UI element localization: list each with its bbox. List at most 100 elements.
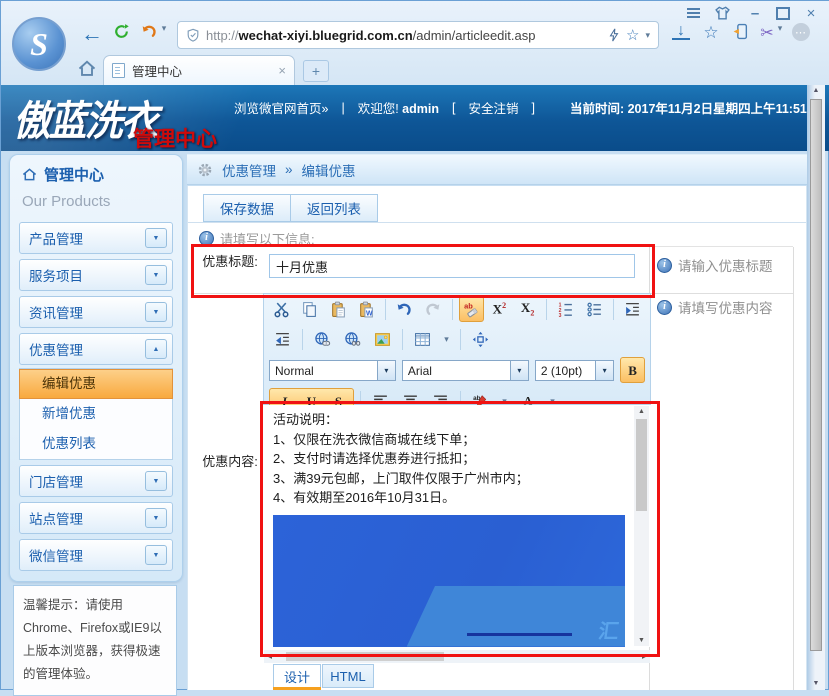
back-to-list-button[interactable]: 返回列表: [290, 194, 378, 222]
divider: [452, 299, 453, 320]
url-bar[interactable]: http://wechat-xiyi.bluegrid.com.cn/admin…: [177, 21, 659, 49]
close-button[interactable]: ×: [803, 5, 819, 21]
sidebar-header: 管理中心: [10, 155, 182, 188]
remove-link-button[interactable]: [339, 326, 366, 352]
undo-button[interactable]: [139, 23, 159, 40]
download-button[interactable]: ↓: [672, 23, 690, 40]
divider: [188, 222, 806, 223]
logout-link[interactable]: 安全注销: [468, 98, 518, 117]
ordered-list-button[interactable]: 123: [553, 296, 578, 322]
refresh-button[interactable]: [111, 23, 131, 40]
tab-admin-center[interactable]: 管理中心 ×: [103, 55, 295, 85]
outdent-button[interactable]: [269, 326, 296, 352]
screenshot-dropdown-caret[interactable]: ▾: [775, 23, 785, 34]
scroll-right-arrow[interactable]: ▸: [638, 652, 650, 661]
chevron-down-icon[interactable]: ▼: [145, 471, 167, 491]
skin-theme-icon[interactable]: [712, 5, 732, 21]
browser-menu-icon[interactable]: [684, 5, 702, 21]
editor-tab-html[interactable]: HTML: [322, 664, 374, 688]
bullet-list-icon: [586, 301, 603, 318]
undo-button[interactable]: [392, 296, 417, 322]
screenshot-button[interactable]: ✂: [758, 23, 776, 43]
page-vertical-scrollbar[interactable]: ▲ ▼: [807, 85, 825, 690]
paste-from-word-button[interactable]: W: [354, 296, 379, 322]
save-button[interactable]: 保存数据: [203, 194, 291, 222]
paste-button[interactable]: [326, 296, 351, 322]
chevron-up-icon[interactable]: ▲: [145, 339, 167, 359]
send-to-phone-button[interactable]: [730, 23, 750, 40]
scrollbar-thumb[interactable]: [286, 652, 444, 661]
fullscreen-button[interactable]: [467, 326, 494, 352]
editor-content-area[interactable]: 活动说明： 1、仅限在洗衣微信商城在线下单； 2、支付时请选择优惠券进行抵扣； …: [264, 405, 650, 647]
paragraph-select[interactable]: Normal▾: [269, 360, 396, 381]
scroll-up-arrow[interactable]: ▲: [638, 406, 645, 417]
superscript-button[interactable]: X2: [487, 296, 512, 322]
hamburger-icon: [687, 12, 700, 14]
maximize-icon: [776, 7, 790, 20]
scroll-down-arrow[interactable]: ▼: [638, 635, 645, 646]
submenu-new-promotion[interactable]: 新增优惠: [20, 399, 172, 429]
breadcrumb-page: 编辑优惠: [302, 160, 356, 180]
new-tab-button[interactable]: +: [303, 60, 329, 82]
scroll-left-arrow[interactable]: ◂: [264, 652, 276, 661]
chevron-down-icon[interactable]: ▼: [145, 265, 167, 285]
remove-format-button[interactable]: ab: [459, 296, 484, 322]
maximize-button[interactable]: [775, 5, 791, 21]
scroll-down-arrow[interactable]: ▼: [813, 678, 820, 690]
promo-title-input[interactable]: [269, 254, 635, 278]
chevron-down-icon[interactable]: ▼: [145, 228, 167, 248]
size-select[interactable]: 2 (10pt)▾: [535, 360, 614, 381]
view-site-link[interactable]: 浏览微官网首页»: [234, 98, 328, 117]
sidebar-item-promotions[interactable]: 优惠管理▲: [19, 333, 173, 365]
subscript-button[interactable]: X2: [515, 296, 540, 322]
browser-logo[interactable]: S: [12, 17, 66, 71]
editor-tab-design[interactable]: 设计: [273, 664, 321, 688]
scrollbar-thumb[interactable]: [636, 419, 647, 511]
divider: [460, 329, 461, 350]
insert-table-button[interactable]: [409, 326, 436, 352]
promo-banner-image: 汇: [273, 515, 625, 647]
undo-dropdown-caret[interactable]: ▾: [159, 23, 169, 34]
urlbar-dropdown-caret[interactable]: ▾: [645, 30, 650, 41]
sidebar-item-services[interactable]: 服务项目▼: [19, 259, 173, 291]
bold-button[interactable]: B: [620, 357, 645, 383]
bookmark-star-icon[interactable]: ☆: [626, 26, 639, 44]
editor-horizontal-scrollbar[interactable]: ◂ ▸: [264, 650, 650, 663]
scroll-up-arrow[interactable]: ▲: [813, 85, 820, 97]
chevron-down-icon[interactable]: ▼: [145, 508, 167, 528]
svg-text:3: 3: [559, 313, 562, 318]
sidebar-item-products[interactable]: 产品管理▼: [19, 222, 173, 254]
back-button[interactable]: ←: [81, 23, 103, 45]
chevron-down-icon: ▾: [510, 361, 528, 380]
redo-button[interactable]: [420, 296, 445, 322]
submenu-promotion-list[interactable]: 优惠列表: [20, 429, 172, 459]
sidebar-item-stores[interactable]: 门店管理▼: [19, 465, 173, 497]
breadcrumb-section[interactable]: 优惠管理: [222, 160, 276, 180]
lightning-icon[interactable]: [608, 28, 620, 42]
indent-button[interactable]: [620, 296, 645, 322]
minimize-button[interactable]: –: [747, 5, 763, 21]
table-dropdown-caret[interactable]: ▾: [439, 326, 454, 352]
insert-image-button[interactable]: [369, 326, 396, 352]
tab-close-icon[interactable]: ×: [278, 63, 286, 78]
sidebar-item-site[interactable]: 站点管理▼: [19, 502, 173, 534]
submenu-edit-promotion[interactable]: 编辑优惠: [19, 369, 173, 399]
font-select[interactable]: Arial▾: [402, 360, 529, 381]
sidebar-title: 管理中心: [44, 164, 104, 185]
url-text[interactable]: http://wechat-xiyi.bluegrid.com.cn/admin…: [206, 28, 602, 43]
insert-link-button[interactable]: [309, 326, 336, 352]
home-icon: [22, 167, 37, 182]
sidebar-item-wechat[interactable]: 微信管理▼: [19, 539, 173, 571]
unordered-list-button[interactable]: [582, 296, 607, 322]
chevron-down-icon[interactable]: ▼: [145, 302, 167, 322]
favorites-button[interactable]: ☆: [701, 23, 721, 43]
copy-button[interactable]: [297, 296, 322, 322]
sidebar-item-news[interactable]: 资讯管理▼: [19, 296, 173, 328]
home-button[interactable]: [77, 58, 97, 78]
more-tools-button[interactable]: ⋯: [791, 23, 811, 41]
editor-vertical-scrollbar[interactable]: ▲ ▼: [634, 406, 649, 646]
content-line: 2、支付时请选择优惠券进行抵扣；: [273, 449, 630, 469]
scrollbar-thumb[interactable]: [810, 99, 822, 651]
cut-button[interactable]: [269, 296, 294, 322]
chevron-down-icon[interactable]: ▼: [145, 545, 167, 565]
